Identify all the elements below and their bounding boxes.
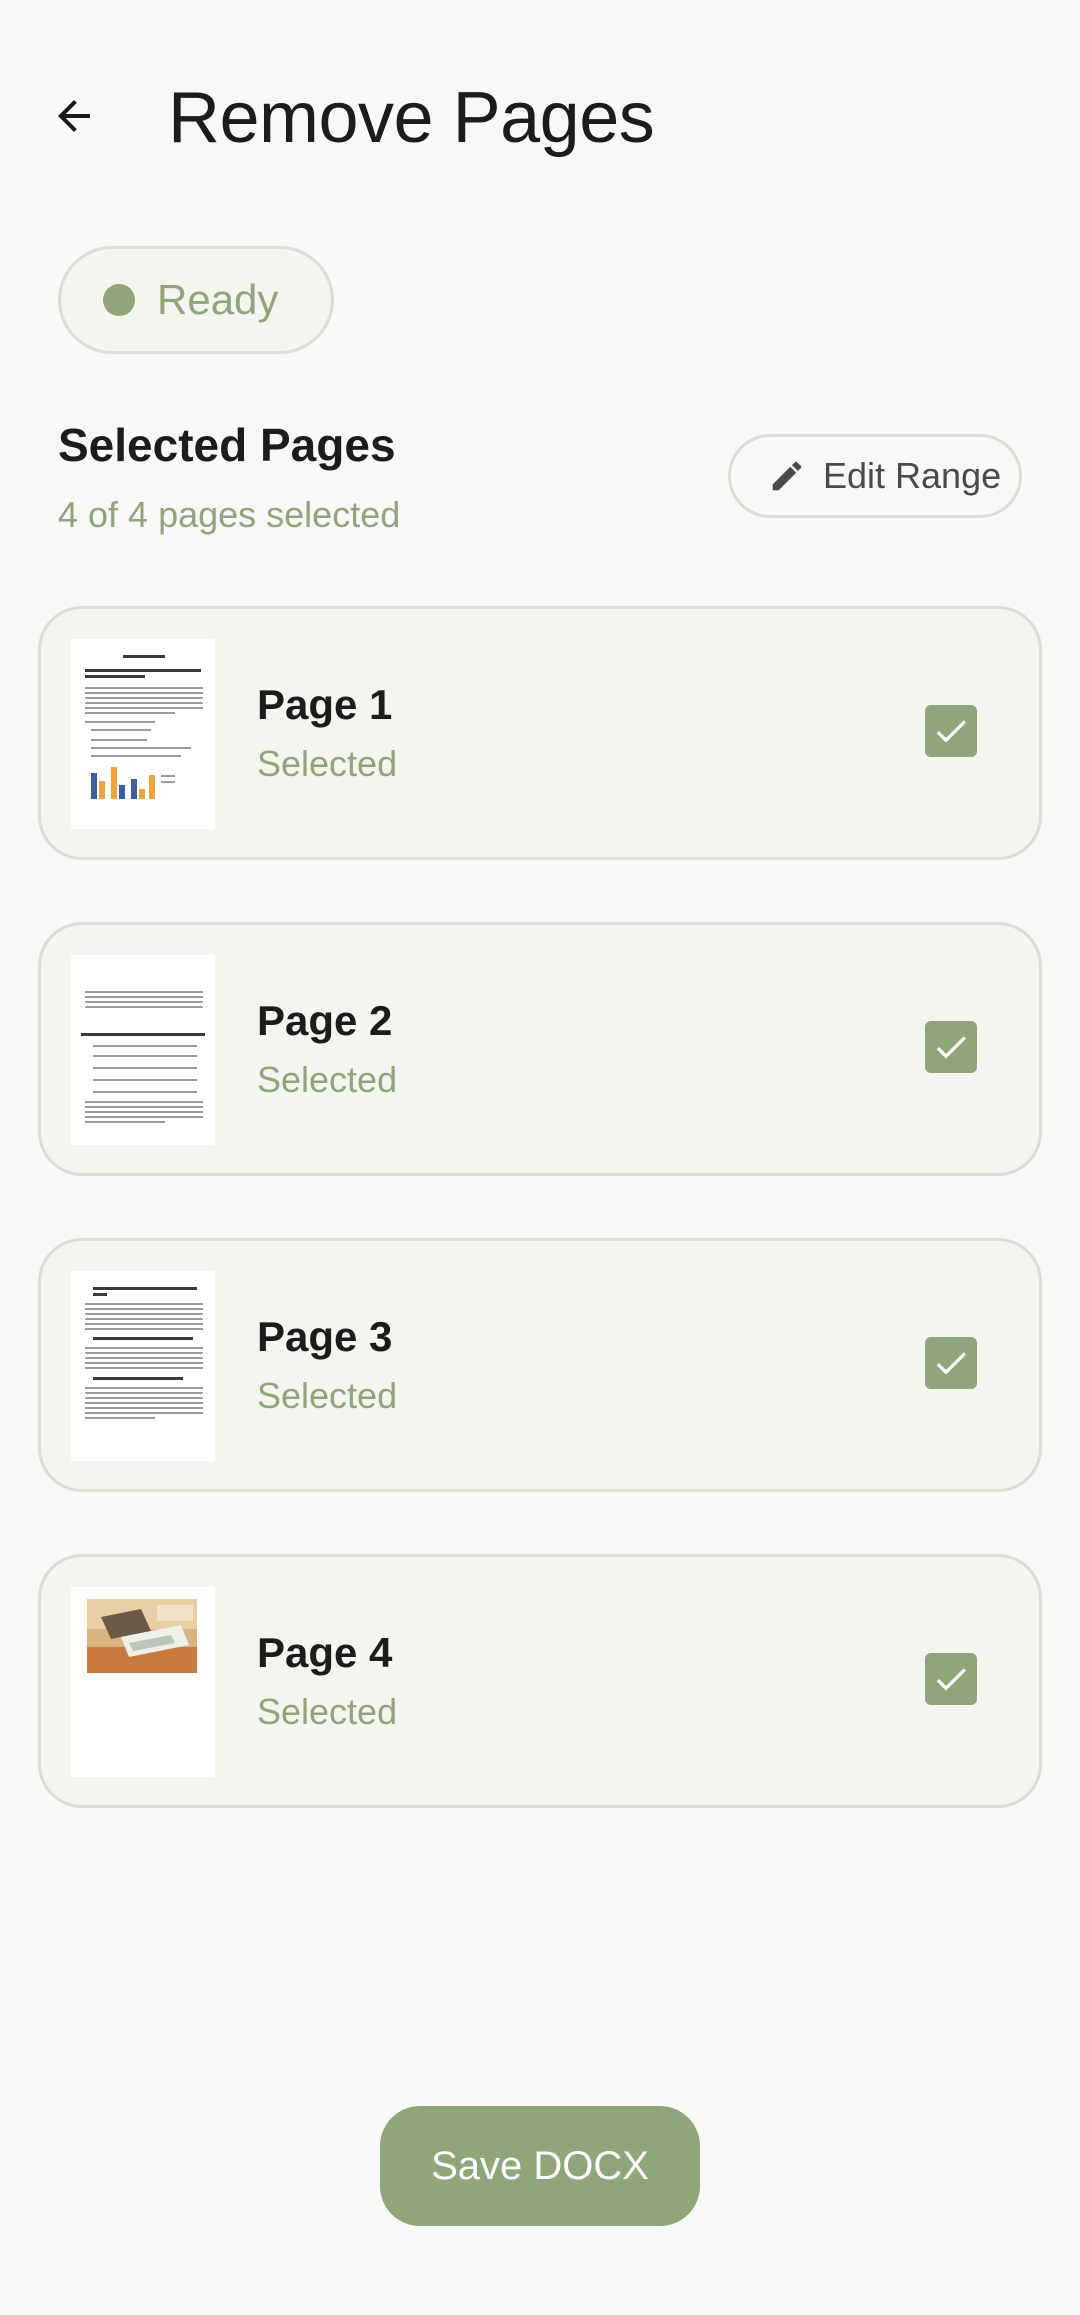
check-icon	[936, 1352, 966, 1375]
check-icon	[936, 1668, 966, 1691]
status-dot-icon	[103, 284, 135, 316]
page-card[interactable]: Page 4 Selected	[38, 1554, 1042, 1808]
page-thumbnail	[71, 639, 215, 829]
page-card[interactable]: Page 3 Selected	[38, 1238, 1042, 1492]
arrow-left-icon	[58, 100, 90, 132]
app-bar: Remove Pages	[0, 0, 1080, 236]
page-checkbox[interactable]	[925, 1021, 977, 1073]
page-state: Selected	[257, 743, 398, 784]
page-checkbox[interactable]	[925, 1653, 977, 1705]
page-name: Page 4	[257, 1629, 393, 1676]
page-thumbnail	[71, 1587, 215, 1777]
page-title: Remove Pages	[168, 78, 655, 158]
pencil-icon	[767, 456, 807, 496]
page-checkbox[interactable]	[925, 705, 977, 757]
photo-thumbnail	[87, 1599, 197, 1673]
selection-summary: 4 of 4 pages selected	[58, 494, 401, 535]
save-docx-button[interactable]: Save DOCX	[380, 2106, 700, 2226]
page-state: Selected	[257, 1691, 398, 1732]
back-button[interactable]	[36, 78, 112, 154]
page-name: Page 3	[257, 1313, 393, 1360]
page-state: Selected	[257, 1059, 398, 1100]
section-title: Selected Pages	[58, 419, 396, 471]
page-card[interactable]: Page 1 Selected	[38, 606, 1042, 860]
page-thumbnail	[71, 1271, 215, 1461]
check-icon	[936, 1036, 966, 1059]
page-checkbox[interactable]	[925, 1337, 977, 1389]
page-name: Page 2	[257, 997, 393, 1044]
page-state: Selected	[257, 1375, 398, 1416]
edit-range-label: Edit Range	[823, 455, 1002, 496]
check-icon	[936, 720, 966, 743]
page-thumbnail	[71, 955, 215, 1145]
page-name: Page 1	[257, 681, 393, 728]
remove-pages-screen: Remove Pages Ready Selected Pages 4 of 4…	[0, 0, 1080, 2315]
status-label: Ready	[157, 276, 279, 323]
status-chip: Ready	[58, 246, 334, 354]
page-card[interactable]: Page 2 Selected	[38, 922, 1042, 1176]
edit-range-button[interactable]: Edit Range	[728, 434, 1022, 518]
